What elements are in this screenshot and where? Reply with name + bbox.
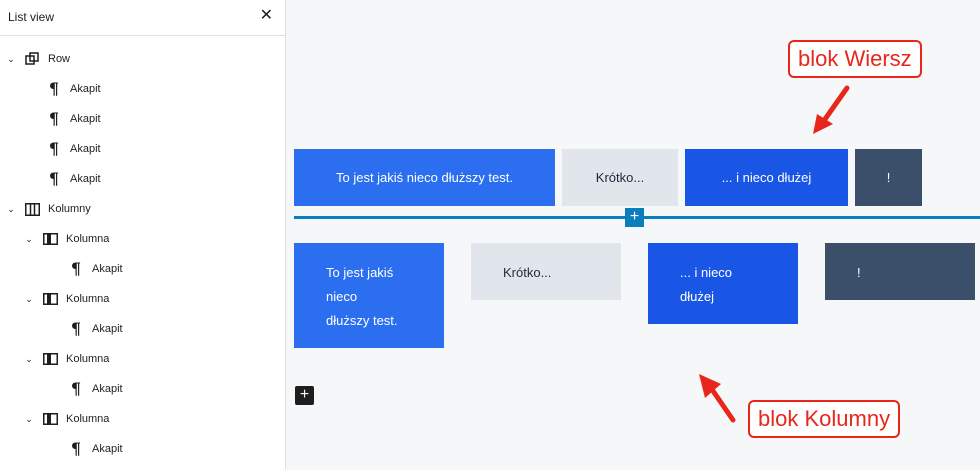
tree-item-label: Akapit — [92, 383, 123, 395]
column-1[interactable]: To jest jakiś nieco dłuższy test. — [294, 243, 444, 348]
column-icon — [42, 291, 58, 307]
paragraph-icon: ¶ — [70, 379, 82, 398]
text-line: nieco — [326, 289, 358, 304]
list-view-sidebar: List view ✕ ⌄ Row ¶ Akapit ¶ Akapit ¶ Ak… — [0, 0, 286, 470]
tree-item-label: Akapit — [70, 113, 101, 125]
paragraph-text: ! — [857, 265, 861, 280]
paragraph-text: Krótko... — [503, 265, 552, 280]
annotation-arrow-icon — [699, 374, 736, 423]
chevron-down-icon[interactable]: ⌄ — [4, 54, 18, 65]
tree-item-akapit[interactable]: ¶ Akapit — [62, 434, 123, 464]
column-4[interactable]: ! — [825, 243, 975, 300]
tree-item-label: Akapit — [92, 323, 123, 335]
row-paragraph-4[interactable]: ! — [855, 149, 922, 206]
paragraph-text: ... i nieco dłużej — [721, 170, 812, 185]
tree-item-akapit[interactable]: ¶ Akapit — [40, 104, 101, 134]
paragraph-text: ... i nieco dłużej — [680, 261, 732, 309]
column-icon — [42, 231, 58, 247]
sidebar-title: List view — [8, 10, 55, 24]
paragraph-icon: ¶ — [48, 139, 60, 158]
tree-item-kolumna[interactable]: ⌄ Kolumna — [22, 404, 109, 434]
tree-item-akapit[interactable]: ¶ Akapit — [62, 374, 123, 404]
paragraph-text: To jest jakiś nieco dłuższy test. — [335, 170, 514, 185]
annotation-arrow-icon — [813, 85, 850, 134]
row-paragraph-3[interactable]: ... i nieco dłużej — [685, 149, 848, 206]
tree-item-akapit[interactable]: ¶ Akapit — [40, 134, 101, 164]
column-icon — [42, 411, 58, 427]
text-line: To jest jakiś — [326, 265, 394, 280]
tree-item-label: Kolumna — [66, 233, 110, 245]
tree-item-label: Akapit — [92, 263, 123, 275]
row-paragraph-1[interactable]: To jest jakiś nieco dłuższy test. — [294, 149, 555, 206]
text-line: dłuższy test. — [326, 313, 398, 328]
chevron-down-icon[interactable]: ⌄ — [22, 234, 36, 245]
tree-item-row[interactable]: ⌄ Row — [4, 44, 70, 74]
chevron-down-icon[interactable]: ⌄ — [22, 414, 36, 425]
tree-item-label: Akapit — [70, 173, 101, 185]
tree-item-label: Kolumna — [66, 353, 110, 365]
paragraph-text: ! — [886, 170, 891, 185]
chevron-down-icon[interactable]: ⌄ — [22, 294, 36, 305]
paragraph-icon: ¶ — [48, 169, 60, 188]
row-paragraph-2[interactable]: Krótko... — [562, 149, 678, 206]
tree-item-label: Akapit — [92, 443, 123, 455]
text-line: ... i nieco — [680, 265, 733, 280]
paragraph-icon: ¶ — [70, 259, 82, 278]
tree-item-label: Kolumna — [66, 413, 110, 425]
editor-canvas[interactable]: To jest jakiś nieco dłuższy test. Krótko… — [287, 0, 980, 470]
column-2[interactable]: Krótko... — [471, 243, 621, 300]
chevron-down-icon[interactable]: ⌄ — [4, 204, 18, 215]
tree-item-label: Kolumna — [66, 293, 110, 305]
tree-item-akapit[interactable]: ¶ Akapit — [62, 254, 123, 284]
close-icon[interactable]: ✕ — [260, 8, 273, 24]
paragraph-icon: ¶ — [48, 79, 60, 98]
tree-item-label: Row — [48, 53, 71, 65]
tree-item-akapit[interactable]: ¶ Akapit — [62, 314, 123, 344]
paragraph-icon: ¶ — [48, 109, 60, 128]
chevron-down-icon[interactable]: ⌄ — [22, 354, 36, 365]
tree-item-kolumna[interactable]: ⌄ Kolumna — [22, 344, 109, 374]
tree-item-label: Akapit — [70, 143, 101, 155]
tree-item-label: Kolumny — [48, 203, 91, 215]
insert-block-button[interactable]: + — [625, 208, 644, 227]
tree-item-kolumna[interactable]: ⌄ Kolumna — [22, 284, 109, 314]
paragraph-icon: ¶ — [70, 439, 82, 458]
text-line: dłużej — [680, 289, 714, 304]
column-icon — [42, 351, 58, 367]
add-block-button[interactable]: + — [295, 386, 314, 405]
paragraph-text: Krótko... — [595, 170, 645, 185]
columns-icon — [24, 201, 40, 217]
tree-item-label: Akapit — [70, 83, 101, 95]
sidebar-header: List view ✕ — [0, 0, 285, 36]
paragraph-text: To jest jakiś nieco dłuższy test. — [326, 261, 398, 333]
annotation-columns-label: blok Kolumny — [748, 400, 901, 438]
tree-item-akapit[interactable]: ¶ Akapit — [40, 74, 101, 104]
tree-item-kolumna[interactable]: ⌄ Kolumna — [22, 224, 109, 254]
row-icon — [24, 51, 40, 67]
column-3[interactable]: ... i nieco dłużej — [648, 243, 798, 324]
paragraph-icon: ¶ — [70, 319, 82, 338]
tree-item-akapit[interactable]: ¶ Akapit — [40, 164, 101, 194]
annotation-row-label: blok Wiersz — [788, 40, 922, 78]
tree-item-kolumny[interactable]: ⌄ Kolumny — [4, 194, 91, 224]
